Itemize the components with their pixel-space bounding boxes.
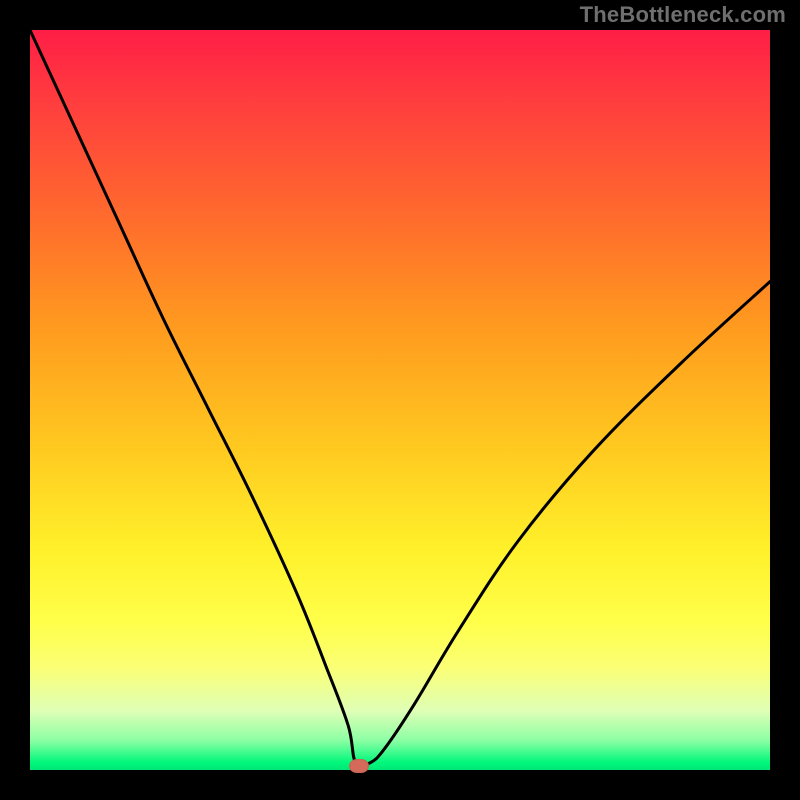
- bottleneck-curve: [30, 30, 770, 770]
- plot-area: [30, 30, 770, 770]
- watermark-text: TheBottleneck.com: [580, 2, 786, 28]
- min-point-marker: [349, 759, 369, 773]
- chart-frame: TheBottleneck.com: [0, 0, 800, 800]
